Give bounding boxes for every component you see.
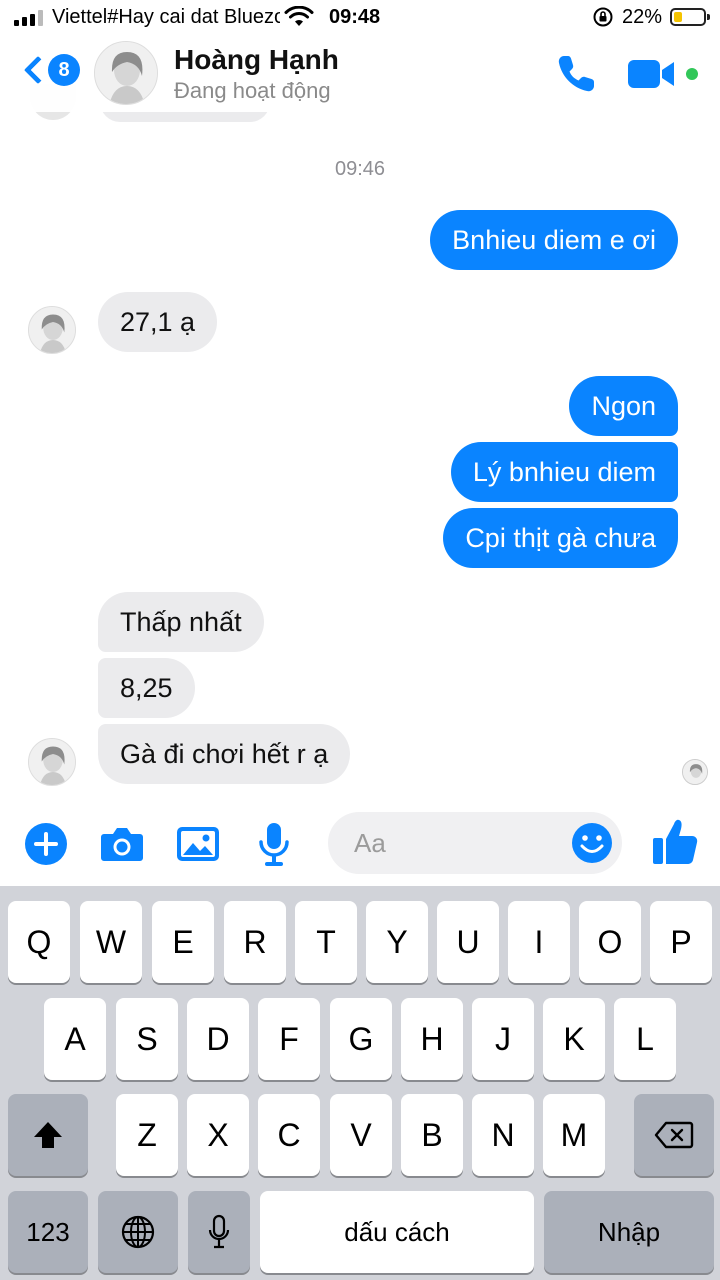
conversation-header: 8 Hoàng Hạnh Đang hoạt động (0, 36, 720, 112)
key-n[interactable]: N (472, 1094, 534, 1176)
key-j[interactable]: J (472, 998, 534, 1080)
sender-avatar[interactable] (28, 738, 76, 786)
on-screen-keyboard: Q W E R T Y U I O P A S D F G H J K L Z … (0, 886, 720, 1280)
dictation-key[interactable] (188, 1191, 250, 1273)
rotation-lock-icon (592, 6, 614, 34)
message-bubble-outgoing[interactable]: Cpi thịt gà chưa (443, 508, 678, 568)
key-k[interactable]: K (543, 998, 605, 1080)
thumbs-up-icon[interactable] (650, 816, 700, 868)
key-z[interactable]: Z (116, 1094, 178, 1176)
carrier-name: Viettel#Hay cai dat Bluezone (52, 6, 280, 28)
photo-gallery-icon[interactable] (174, 820, 222, 868)
key-o[interactable]: O (579, 901, 641, 983)
shift-arrow-icon (34, 1122, 62, 1148)
key-t[interactable]: T (295, 901, 357, 983)
wifi-icon (284, 5, 314, 34)
message-input[interactable] (354, 812, 574, 874)
globe-icon (121, 1215, 155, 1249)
key-x[interactable]: X (187, 1094, 249, 1176)
message-bubble-outgoing[interactable]: Lý bnhieu diem (450, 442, 678, 502)
key-v[interactable]: V (330, 1094, 392, 1176)
message-bubble-incoming[interactable]: 8,25 (98, 658, 195, 718)
battery-icon (670, 8, 710, 26)
status-time: 09:48 (329, 6, 381, 28)
key-l[interactable]: L (614, 998, 676, 1080)
microphone-icon (208, 1214, 230, 1249)
online-indicator (686, 68, 698, 80)
key-u[interactable]: U (437, 901, 499, 983)
back-button[interactable]: 8 (20, 54, 80, 86)
key-w[interactable]: W (80, 901, 142, 983)
key-m[interactable]: M (543, 1094, 605, 1176)
numbers-key[interactable]: 123 (8, 1191, 88, 1273)
key-d[interactable]: D (187, 998, 249, 1080)
message-thread[interactable]: 09:46 Bnhieu diem e ơi 27,1 ạ Ngon Lý bn… (0, 84, 720, 802)
key-a[interactable]: A (44, 998, 106, 1080)
microphone-icon[interactable] (250, 820, 298, 868)
sender-avatar[interactable] (28, 306, 76, 354)
plus-icon[interactable] (22, 820, 70, 868)
space-key[interactable]: dấu cách (260, 1191, 534, 1273)
message-bubble-outgoing[interactable]: Ngon (569, 376, 678, 436)
message-input-field[interactable] (328, 812, 622, 874)
contact-name[interactable]: Hoàng Hạnh (174, 44, 339, 76)
cellular-signal-icon (14, 10, 43, 26)
key-p[interactable]: P (650, 901, 712, 983)
message-bubble-incoming[interactable]: Thấp nhất (98, 592, 264, 652)
battery-percentage: 22% (622, 6, 663, 28)
key-g[interactable]: G (330, 998, 392, 1080)
status-bar: Viettel#Hay cai dat Bluezone 09:48 22% (0, 0, 720, 36)
shift-key[interactable] (8, 1094, 88, 1176)
contact-avatar[interactable] (94, 41, 158, 105)
video-call-icon[interactable] (626, 56, 676, 92)
return-key[interactable]: Nhập (544, 1191, 714, 1273)
key-b[interactable]: B (401, 1094, 463, 1176)
globe-key[interactable] (98, 1191, 178, 1273)
key-s[interactable]: S (116, 998, 178, 1080)
unread-count-badge: 8 (48, 54, 80, 86)
backspace-icon (654, 1121, 694, 1149)
key-c[interactable]: C (258, 1094, 320, 1176)
phone-icon[interactable] (554, 52, 598, 96)
camera-icon[interactable] (98, 820, 146, 868)
backspace-key[interactable] (634, 1094, 714, 1176)
message-timestamp: 09:46 (334, 158, 386, 180)
key-i[interactable]: I (508, 901, 570, 983)
key-q[interactable]: Q (8, 901, 70, 983)
message-bubble-incoming[interactable]: Gà đi chơi hết r ạ (98, 724, 351, 784)
active-status: Đang hoạt động (174, 78, 331, 103)
message-bubble-incoming[interactable]: 27,1 ạ (98, 292, 218, 352)
key-r[interactable]: R (224, 901, 286, 983)
emoji-icon[interactable] (570, 821, 614, 865)
message-composer (0, 802, 720, 886)
message-bubble-outgoing[interactable]: Bnhieu diem e ơi (430, 210, 678, 270)
key-h[interactable]: H (401, 998, 463, 1080)
key-y[interactable]: Y (366, 901, 428, 983)
key-e[interactable]: E (152, 901, 214, 983)
seen-receipt-avatar (682, 759, 708, 785)
chevron-left-icon (23, 55, 53, 85)
key-f[interactable]: F (258, 998, 320, 1080)
